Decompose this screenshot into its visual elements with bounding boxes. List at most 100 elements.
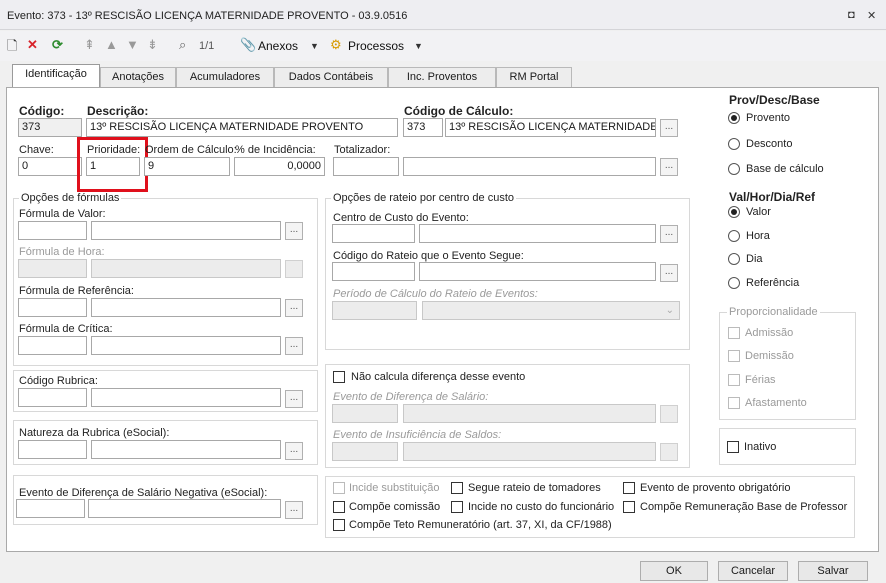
save-button[interactable]: Salvar [798, 561, 868, 581]
formula-critica-code[interactable] [18, 336, 87, 355]
evento-insuficiencia-desc [403, 442, 656, 461]
paperclip-icon: 📎 [240, 37, 257, 52]
diferenca-negativa-code[interactable] [16, 499, 85, 518]
compoe-teto-checkbox[interactable] [333, 519, 345, 531]
codigo-calculo-lookup-button[interactable]: ... [660, 119, 678, 137]
totalizador-lookup-button[interactable]: ... [660, 158, 678, 176]
referencia-radio[interactable] [728, 277, 740, 289]
desconto-radio[interactable] [728, 138, 740, 150]
formula-critica-lookup-button[interactable]: ... [285, 337, 303, 355]
natureza-desc[interactable] [91, 440, 281, 459]
codigo-rubrica-code[interactable] [18, 388, 87, 407]
natureza-lookup-button[interactable]: ... [285, 442, 303, 460]
last-record-icon[interactable]: ⇟ [147, 37, 158, 53]
codigo-rateio-desc[interactable] [419, 262, 656, 281]
ordem-calculo-field[interactable]: 9 [144, 157, 230, 176]
chave-field[interactable]: 0 [18, 157, 82, 176]
formula-referencia-code[interactable] [18, 298, 87, 317]
valor-radio[interactable] [728, 206, 740, 218]
admissao-label: Admissão [745, 327, 794, 339]
ferias-label: Férias [745, 374, 776, 386]
evento-obrigatorio-checkbox[interactable] [623, 482, 635, 494]
nao-calcula-checkbox[interactable] [333, 371, 345, 383]
formula-referencia-lookup-button[interactable]: ... [285, 299, 303, 317]
evento-obrigatorio-label: Evento de provento obrigatório [640, 482, 791, 494]
next-record-icon[interactable]: ▼ [126, 37, 139, 52]
chave-label: Chave: [19, 144, 54, 156]
cancel-button[interactable]: Cancelar [718, 561, 788, 581]
rateio-title: Opções de rateio por centro de custo [331, 192, 516, 204]
tab-acumuladores[interactable]: Acumuladores [176, 67, 274, 87]
codigo-rateio-code[interactable] [332, 262, 415, 281]
hora-radio[interactable] [728, 230, 740, 242]
admissao-checkbox [728, 327, 740, 339]
formula-valor-desc[interactable] [91, 221, 281, 240]
ok-button[interactable]: OK [640, 561, 708, 581]
compoe-comissao-checkbox[interactable] [333, 501, 345, 513]
descricao-field[interactable]: 13º RESCISÃO LICENÇA MATERNIDADE PROVENT… [86, 118, 398, 137]
inativo-checkbox[interactable] [727, 441, 739, 453]
tab-dados-contabeis[interactable]: Dados Contábeis [274, 67, 388, 87]
codigo-calculo-desc[interactable]: 13º RESCISÃO LICENÇA MATERNIDADE PROVENT… [445, 118, 656, 137]
tab-anotacoes[interactable]: Anotações [100, 67, 176, 87]
codigo-calculo-field[interactable]: 373 [403, 118, 443, 137]
previous-record-icon[interactable]: ▲ [105, 37, 118, 52]
codigo-rateio-label: Código do Rateio que o Evento Segue: [333, 250, 524, 262]
prioridade-field[interactable]: 1 [86, 157, 140, 176]
tab-inc-proventos[interactable]: Inc. Proventos [388, 67, 496, 87]
dia-radio[interactable] [728, 253, 740, 265]
diferenca-negativa-lookup-button[interactable]: ... [285, 501, 303, 519]
new-icon[interactable]: 🗋 [7, 37, 17, 59]
compoe-comissao-label: Compõe comissão [349, 501, 441, 513]
desconto-label: Desconto [746, 138, 793, 150]
processos-menu[interactable]: Processos [348, 39, 404, 53]
tab-rm-portal[interactable]: RM Portal [496, 67, 572, 87]
proporcionalidade-title: Proporcionalidade [727, 306, 820, 318]
totalizador-label: Totalizador: [334, 144, 391, 156]
ferias-checkbox [728, 374, 740, 386]
codigo-rateio-lookup-button[interactable]: ... [660, 264, 678, 282]
codigo-field[interactable]: 373 [18, 118, 82, 137]
provento-radio[interactable] [728, 112, 740, 124]
ordem-calculo-label: Ordem de Cálculo: [145, 144, 237, 156]
restore-icon[interactable]: ◘ [848, 9, 855, 21]
compoe-base-professor-checkbox[interactable] [623, 501, 635, 513]
evento-insuficiencia-code [332, 442, 398, 461]
provento-label: Provento [746, 112, 791, 124]
refresh-icon[interactable]: ⟳ [52, 37, 63, 53]
segue-rateio-checkbox[interactable] [451, 482, 463, 494]
diferenca-negativa-desc[interactable] [88, 499, 281, 518]
periodo-rateio-label: Período de Cálculo do Rateio de Eventos: [333, 288, 538, 300]
formula-referencia-desc[interactable] [91, 298, 281, 317]
centro-custo-lookup-button[interactable]: ... [660, 225, 678, 243]
evento-insuficiencia-label: Evento de Insuficiência de Saldos: [333, 429, 502, 441]
nao-calcula-label: Não calcula diferença desse evento [351, 371, 526, 383]
search-icon[interactable]: ⌕ [179, 37, 186, 53]
codigo-rubrica-lookup-button[interactable]: ... [285, 390, 303, 408]
anexos-menu[interactable]: Anexos [258, 39, 298, 53]
totalizador-desc[interactable] [403, 157, 656, 176]
chevron-down-icon[interactable]: ▼ [310, 41, 319, 51]
formula-valor-code[interactable] [18, 221, 87, 240]
delete-icon[interactable]: ✕ [27, 37, 38, 53]
formula-critica-label: Fórmula de Crítica: [19, 323, 113, 335]
formula-valor-lookup-button[interactable]: ... [285, 222, 303, 240]
close-icon[interactable]: ✕ [867, 9, 876, 22]
codigo-rubrica-desc[interactable] [91, 388, 281, 407]
totalizador-code[interactable] [333, 157, 399, 176]
natureza-code[interactable] [18, 440, 87, 459]
incidencia-field[interactable]: 0,0000 [234, 157, 325, 176]
compoe-base-professor-label: Compõe Remuneração Base de Professor [640, 501, 848, 513]
incide-substituicao-label: Incide substituição [349, 482, 440, 494]
record-counter: 1/1 [199, 40, 215, 52]
incide-custo-checkbox[interactable] [451, 501, 463, 513]
formula-critica-desc[interactable] [91, 336, 281, 355]
first-record-icon[interactable]: ⇞ [84, 37, 95, 53]
formula-hora-label: Fórmula de Hora: [19, 246, 105, 258]
demissao-checkbox [728, 350, 740, 362]
base-calculo-radio[interactable] [728, 163, 740, 175]
tab-identificacao[interactable]: Identificação [12, 64, 100, 88]
chevron-down-icon[interactable]: ▼ [414, 41, 423, 51]
centro-custo-desc[interactable] [419, 224, 656, 243]
centro-custo-code[interactable] [332, 224, 415, 243]
